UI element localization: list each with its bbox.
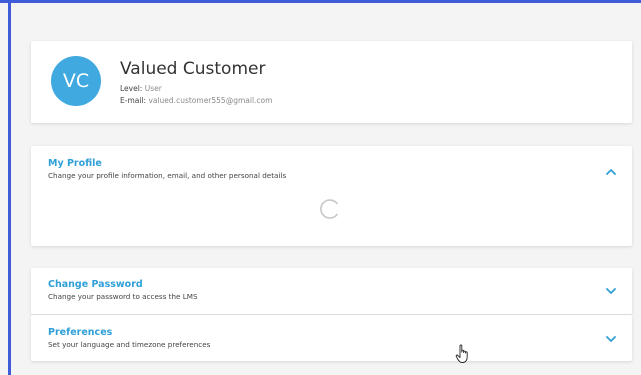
chevron-down-icon[interactable] [604,284,618,298]
my-profile-section: My Profile Change your profile informati… [31,146,632,246]
my-profile-title[interactable]: My Profile [48,158,102,169]
change-password-title[interactable]: Change Password [48,279,143,290]
chevron-up-icon[interactable] [604,164,618,178]
window-frame-top [0,0,641,3]
level-value: User [144,84,162,93]
profile-header-card: VC Valued Customer Level: User E-mail: v… [31,41,632,123]
email-label: E-mail: [120,96,147,105]
hand-pointer-cursor-icon [455,344,468,363]
user-name: Valued Customer [120,59,266,79]
preferences-description: Set your language and timezone preferenc… [48,340,211,349]
preferences-section[interactable]: Preferences Set your language and timezo… [31,315,632,361]
user-email: E-mail: valued.customer555@gmail.com [120,96,272,105]
preferences-title[interactable]: Preferences [48,327,112,338]
avatar: VC [51,56,101,106]
user-level: Level: User [120,84,162,93]
change-password-section[interactable]: Change Password Change your password to … [31,268,632,314]
my-profile-description: Change your profile information, email, … [48,171,287,180]
level-label: Level: [120,84,143,93]
change-password-description: Change your password to access the LMS [48,292,198,301]
window-frame-left [8,0,11,375]
loading-spinner-icon [320,199,338,219]
chevron-down-icon[interactable] [604,332,618,346]
email-value: valued.customer555@gmail.com [148,96,273,105]
